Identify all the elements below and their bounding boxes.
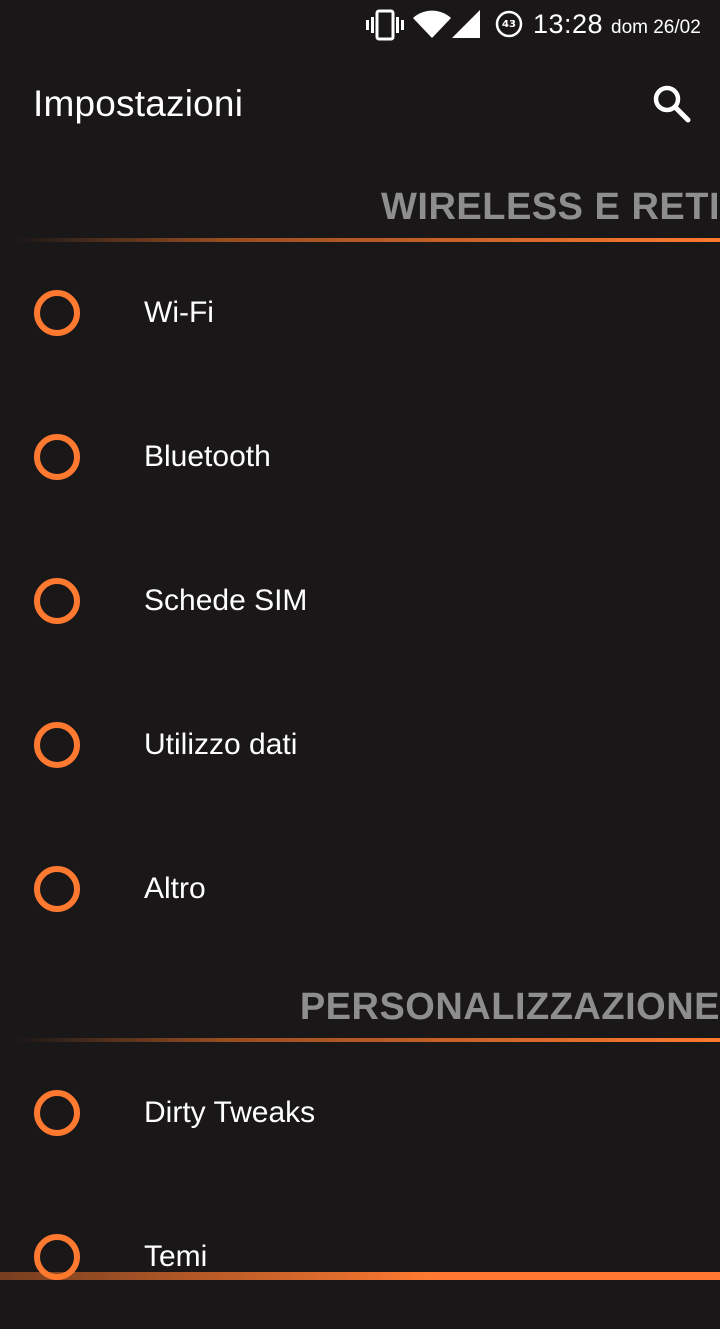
settings-item-bluetooth[interactable]: Bluetooth <box>0 385 720 529</box>
status-time: 13:28 <box>533 9 604 39</box>
settings-item-label: Dirty Tweaks <box>144 1096 316 1129</box>
status-bar: 43 13:28 dom 26/02 <box>0 0 720 50</box>
section-title: WIRELESS E RETI <box>381 186 720 228</box>
ring-icon <box>34 434 80 480</box>
ring-icon <box>34 866 80 912</box>
settings-item-data-usage[interactable]: Utilizzo dati <box>0 673 720 817</box>
ring-icon <box>34 578 80 624</box>
settings-item-label: Bluetooth <box>144 440 271 473</box>
settings-item-label: Utilizzo dati <box>144 728 298 761</box>
bottom-accent-bar <box>0 1272 720 1280</box>
vibrate-icon <box>366 9 404 41</box>
settings-item-label: Schede SIM <box>144 584 308 617</box>
section-header-wireless: WIRELESS E RETI <box>0 186 720 242</box>
status-date: dom 26/02 <box>611 17 701 38</box>
settings-item-themes[interactable]: Temi <box>0 1185 720 1329</box>
app-bar: Impostazioni <box>0 50 720 162</box>
search-icon <box>653 85 691 123</box>
settings-item-wifi[interactable]: Wi-Fi <box>0 241 720 385</box>
signal-icon <box>452 10 480 38</box>
settings-item-sim-cards[interactable]: Schede SIM <box>0 529 720 673</box>
settings-item-label: Temi <box>144 1240 208 1273</box>
section-title: PERSONALIZZAZIONE <box>299 986 720 1028</box>
settings-item-more[interactable]: Altro <box>0 817 720 961</box>
battery-level: 43 <box>502 18 516 30</box>
page-title: Impostazioni <box>33 83 244 124</box>
settings-item-dirty-tweaks[interactable]: Dirty Tweaks <box>0 1041 720 1185</box>
ring-icon <box>34 1090 80 1136</box>
ring-icon <box>34 290 80 336</box>
wifi-icon <box>413 10 451 38</box>
settings-item-label: Wi-Fi <box>144 296 214 329</box>
ring-icon <box>34 722 80 768</box>
search-button[interactable] <box>648 80 696 128</box>
section-header-personalization: PERSONALIZZAZIONE <box>0 986 720 1042</box>
settings-item-label: Altro <box>144 872 206 905</box>
